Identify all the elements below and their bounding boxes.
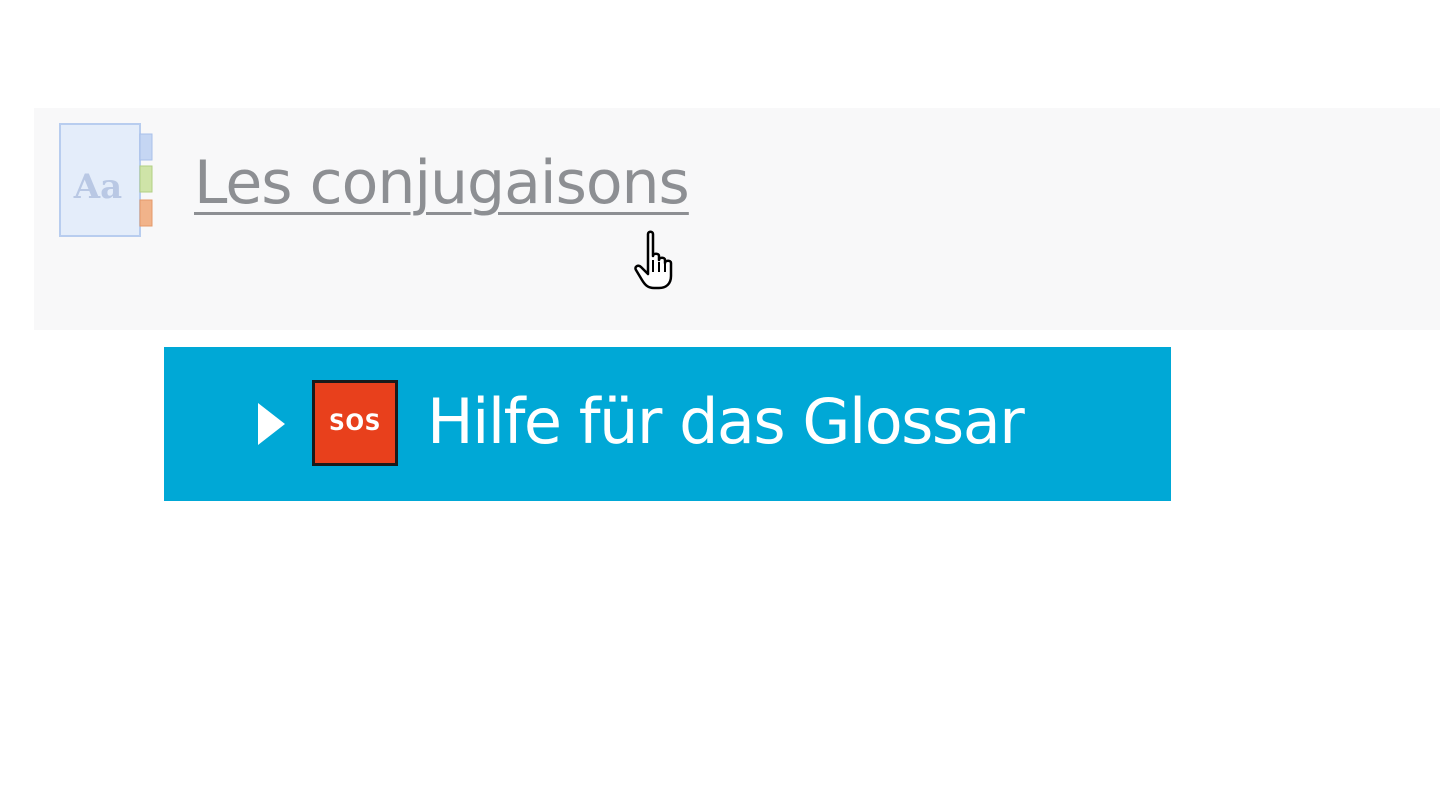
- caret-right-icon: [258, 403, 285, 445]
- glossary-icon[interactable]: Aa: [58, 122, 154, 238]
- page: Aa Les conjugaisons SOS Hilfe für das Gl…: [0, 0, 1440, 810]
- glossary-help-toggle[interactable]: SOS Hilfe für das Glossar: [164, 347, 1171, 501]
- hand-pointer-icon: [634, 230, 673, 290]
- glossary-icon-label: Aa: [73, 167, 122, 207]
- help-label: Hilfe für das Glossar: [427, 385, 1025, 458]
- activity-link[interactable]: Les conjugaisons: [194, 148, 690, 218]
- activity-row: Aa Les conjugaisons: [34, 108, 1440, 330]
- sos-icon: SOS: [312, 380, 398, 466]
